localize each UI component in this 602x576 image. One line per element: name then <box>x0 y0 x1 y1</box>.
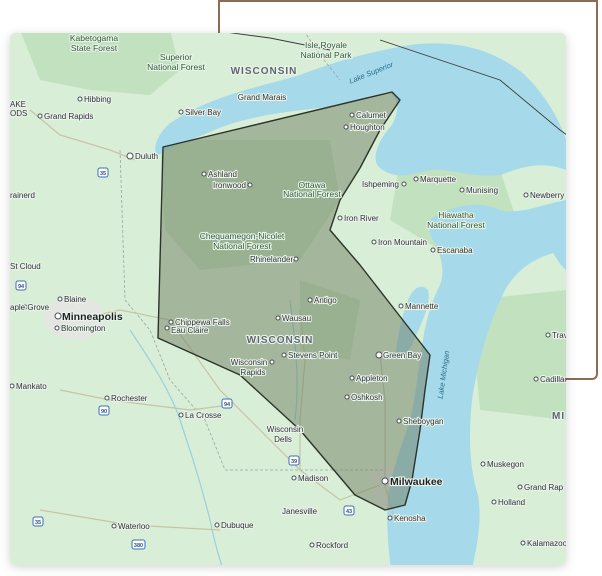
label-cadillac: Cadillac <box>540 375 566 384</box>
label-silver-bay: Silver Bay <box>185 108 221 117</box>
label-madison: Madison <box>298 474 328 483</box>
label-grand-rapids-mn: Grand Rapids <box>44 112 93 121</box>
label-mankato: Mankato <box>16 382 47 391</box>
shield-i35-south: 35 <box>32 516 44 527</box>
label-kalamazoo: Kalamazoo <box>527 539 566 548</box>
label-chequamegon: Chequamegon-Nicolet <box>200 231 285 241</box>
svg-text:380: 380 <box>134 543 143 549</box>
label-munising: Munising <box>466 186 498 195</box>
label-brainerd: rainerd <box>10 191 35 200</box>
label-kenosha: Kenosha <box>394 514 426 523</box>
label-superior-nf: Superior <box>160 52 192 62</box>
label-green-bay: Green Bay <box>383 351 421 360</box>
label-superior-nf-2: National Forest <box>147 62 205 72</box>
label-wisconsin-dells-2: Dells <box>274 435 292 444</box>
label-rochester: Rochester <box>111 394 148 403</box>
label-rhinelander: Rhinelander <box>250 255 293 264</box>
label-hibbing: Hibbing <box>84 95 111 104</box>
label-waterloo: Waterloo <box>118 522 150 531</box>
label-ironwood: Ironwood <box>213 181 246 190</box>
label-st-cloud: St Cloud <box>10 262 41 271</box>
label-holland: Holland <box>498 498 525 507</box>
label-antigo: Antigo <box>314 296 337 305</box>
label-dubuque: Dubuque <box>221 521 254 530</box>
label-blaine: Blaine <box>64 295 87 304</box>
label-mi-edge: MI <box>552 411 565 422</box>
label-traverse-city: Traverse Ci <box>552 331 566 340</box>
label-appleton: Appleton <box>356 374 388 383</box>
label-newberry: Newberry <box>530 191 564 200</box>
label-chequamegon-2: National Forest <box>213 241 271 251</box>
svg-text:35: 35 <box>100 171 106 177</box>
svg-text:94: 94 <box>18 284 25 290</box>
label-muskegon: Muskegon <box>487 460 524 469</box>
label-duluth: Duluth <box>135 152 158 161</box>
shield-i39: 39 <box>288 455 300 466</box>
shield-i43: 43 <box>343 505 355 516</box>
label-manistique: Mannette <box>405 302 439 311</box>
shield-i35-north: 35 <box>97 167 109 178</box>
label-bloomington: Bloomington <box>61 324 105 333</box>
svg-text:39: 39 <box>291 459 297 465</box>
label-houghton: Houghton <box>350 123 385 132</box>
map-canvas[interactable]: 35 94 90 94 39 90 43 380 35 <box>10 33 566 565</box>
label-ishpeming: Ishpeming <box>362 180 399 189</box>
label-sheboygan: Sheboygan <box>403 417 443 426</box>
map-card[interactable]: 35 94 90 94 39 90 43 380 35 <box>10 33 566 565</box>
label-calumet: Calumet <box>356 111 387 120</box>
label-kabetogama-2: State Forest <box>71 43 118 53</box>
label-stevens-point: Stevens Point <box>288 351 338 360</box>
label-iron-river: Iron River <box>344 214 379 223</box>
label-wisconsin-state: WISCONSIN <box>247 335 314 346</box>
label-grand-rapids-mi: Grand Rap <box>524 483 564 492</box>
label-la-crosse: La Crosse <box>185 411 222 420</box>
label-hiawatha: Hiawatha <box>438 210 474 220</box>
svg-text:94: 94 <box>224 402 231 408</box>
label-ashland: Ashland <box>208 170 237 179</box>
label-maple-grove: aple Grove <box>10 303 50 312</box>
label-wisconsin-dells: Wisconsin <box>267 425 303 434</box>
shield-i94-west: 94 <box>15 280 27 291</box>
svg-text:90: 90 <box>101 409 107 415</box>
label-lake-edge-2: ODS <box>10 109 27 118</box>
label-rockford: Rockford <box>316 541 348 550</box>
label-iron-mountain: Iron Mountain <box>378 238 427 247</box>
label-oshkosh: Oshkosh <box>351 393 383 402</box>
label-hiawatha-2: National Forest <box>427 220 485 230</box>
label-wisconsin-rapids-2: Rapids <box>241 368 266 377</box>
label-isle-royale: Isle Royale <box>305 40 347 50</box>
label-isle-royale-2: National Park <box>300 50 352 60</box>
label-marquette: Marquette <box>420 175 457 184</box>
svg-text:43: 43 <box>346 509 352 515</box>
label-eau-claire: Eau Claire <box>171 326 209 335</box>
label-ottawa-nf-2: National Forest <box>283 189 341 199</box>
svg-text:35: 35 <box>35 520 41 526</box>
label-grand-marais: Grand Marais <box>238 93 286 102</box>
label-janesville: Janesville <box>282 507 318 516</box>
label-wausau: Wausau <box>282 314 311 323</box>
label-lake-edge: AKE <box>10 100 26 109</box>
shield-i90-west: 90 <box>98 405 110 416</box>
label-minneapolis: Minneapolis <box>62 311 123 323</box>
shield-i94-wi: 94 <box>221 398 233 409</box>
label-wisconsin-rapids: Wisconsin <box>231 358 267 367</box>
label-escanaba: Escanaba <box>437 246 473 255</box>
label-kabetogama: Kabetogama <box>70 33 118 43</box>
label-wisconsin-top: WISCONSIN <box>231 66 298 77</box>
label-milwaukee: Milwaukee <box>390 476 443 488</box>
shield-i380: 380 <box>131 539 146 550</box>
